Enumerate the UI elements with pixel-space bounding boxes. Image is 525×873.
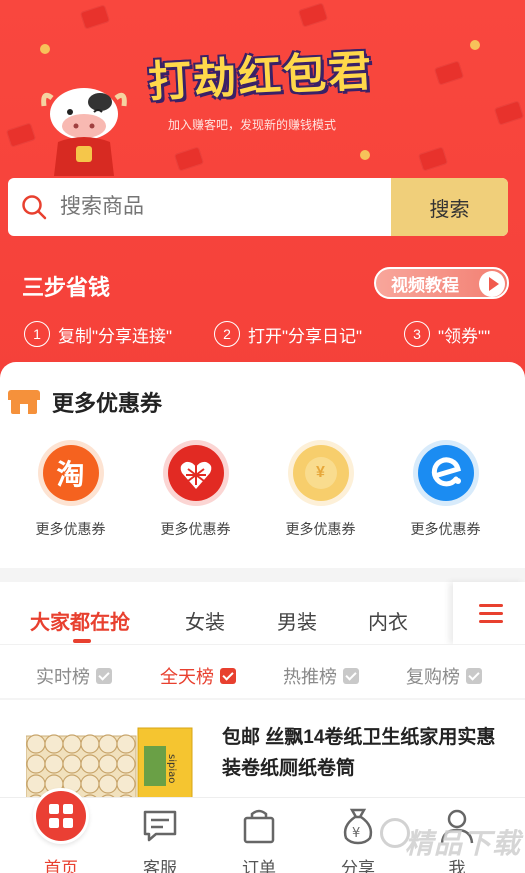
banner-subtitle: 加入赚客吧，发现新的赚钱模式 xyxy=(168,118,337,132)
menu-icon[interactable] xyxy=(453,582,525,644)
coin-decoration xyxy=(470,40,480,50)
coin-decoration xyxy=(360,150,370,160)
coupons-header: 更多优惠券 xyxy=(8,386,162,418)
category-tabs: 大家都在抢 女装 男装 内衣 xyxy=(0,582,525,644)
tab-underwear[interactable]: 内衣 xyxy=(368,606,408,635)
check-icon xyxy=(343,668,359,684)
steps-title: 三步省钱 xyxy=(22,275,111,300)
coin-decoration xyxy=(40,44,50,54)
search-input[interactable] xyxy=(60,195,360,219)
tab-womens[interactable]: 女装 xyxy=(185,606,225,635)
play-icon xyxy=(479,271,505,297)
check-icon xyxy=(466,668,482,684)
check-icon xyxy=(96,668,112,684)
tab-mens[interactable]: 男装 xyxy=(277,606,317,635)
red-envelope-decoration xyxy=(297,2,329,28)
pinduoduo-icon xyxy=(162,440,229,506)
step-text: 打开"分享日记" xyxy=(248,326,363,346)
step-number: 3 xyxy=(404,321,430,347)
tab-everyone-grabbing[interactable]: 大家都在抢 xyxy=(30,606,130,635)
red-envelope-decoration xyxy=(417,146,449,172)
red-envelope-decoration xyxy=(79,4,111,30)
filter-allday[interactable]: 全天榜 xyxy=(160,663,236,689)
tab-active-indicator xyxy=(73,639,91,643)
coupons-title: 更多优惠券 xyxy=(52,391,163,416)
step-text: "领券"" xyxy=(438,326,491,346)
svg-text:¥: ¥ xyxy=(352,826,360,841)
filter-hot[interactable]: 热推榜 xyxy=(283,663,359,689)
coin-icon: ¥ xyxy=(287,440,354,506)
red-envelope-decoration xyxy=(433,60,465,86)
coupon-entry-label: 更多优惠券 xyxy=(35,521,106,537)
banner-title-art: 打劫红包君 xyxy=(147,46,375,108)
check-icon xyxy=(220,668,236,684)
filter-repurchase[interactable]: 复购榜 xyxy=(406,663,482,689)
chat-icon xyxy=(143,810,177,842)
coupon-entry-label: 更多优惠券 xyxy=(160,521,231,537)
nav-label: 分享 xyxy=(341,859,375,873)
product-title: 包邮 丝飘14卷纸卫生纸家用实惠装卷纸厕纸卷筒 xyxy=(222,727,496,779)
taobao-icon: 淘 xyxy=(37,440,104,506)
home-icon xyxy=(33,788,89,844)
ranking-filters: 实时榜 全天榜 热推榜 复购榜 xyxy=(0,644,525,698)
shopping-bag-icon xyxy=(243,809,275,844)
step-item: 2 打开"分享日记" xyxy=(214,321,362,347)
store-icon xyxy=(8,390,40,414)
filter-label: 实时榜 xyxy=(36,667,90,687)
nav-customer-service[interactable]: 客服 xyxy=(110,798,210,873)
eleme-icon xyxy=(412,440,479,506)
coupon-entry-taobao[interactable]: 淘 更多优惠券 xyxy=(8,440,133,539)
money-bag-icon: ¥ xyxy=(343,808,373,845)
nav-home[interactable]: 首页 xyxy=(11,788,111,873)
coupon-entry-pinduoduo[interactable]: 更多优惠券 xyxy=(133,440,258,539)
nav-label: 订单 xyxy=(242,859,276,873)
search-icon xyxy=(22,195,47,220)
filter-label: 热推榜 xyxy=(283,667,337,687)
video-tutorial-button[interactable]: 视频教程 xyxy=(374,267,509,299)
nav-orders[interactable]: 订单 xyxy=(209,798,309,873)
search-field[interactable] xyxy=(8,178,391,236)
coupon-entry-label: 更多优惠券 xyxy=(410,521,481,537)
coupon-entry-eleme[interactable]: 更多优惠券 xyxy=(383,440,508,539)
ox-mascot-icon xyxy=(41,88,127,176)
red-envelope-decoration xyxy=(173,146,205,172)
step-item: 1 复制"分享连接" xyxy=(24,321,172,347)
nav-label: 首页 xyxy=(44,859,78,873)
nav-label: 客服 xyxy=(143,859,177,873)
filter-label: 全天榜 xyxy=(160,667,214,687)
search-button[interactable]: 搜索 xyxy=(391,178,508,236)
step-item: 3 "领券"" xyxy=(404,321,490,347)
coupon-entry-coin[interactable]: ¥ 更多优惠券 xyxy=(258,440,383,539)
red-envelope-decoration xyxy=(5,122,37,148)
filter-label: 复购榜 xyxy=(406,667,460,687)
filter-realtime[interactable]: 实时榜 xyxy=(36,663,112,689)
search-bar: 搜索 xyxy=(8,178,508,236)
watermark-text: 精品下载 xyxy=(404,828,521,859)
video-tutorial-label: 视频教程 xyxy=(391,275,459,295)
red-envelope-decoration xyxy=(493,100,525,126)
coupon-entry-label: 更多优惠券 xyxy=(285,521,356,537)
coupons-section: 更多优惠券 淘 更多优惠券 更多优惠券 ¥ 更多优惠券 更多优惠券 xyxy=(0,362,525,568)
header-banner: 打劫红包君 加入赚客吧，发现新的赚钱模式 搜索 三步省钱 视频教程 1 复制"分… xyxy=(0,0,525,380)
step-number: 2 xyxy=(214,321,240,347)
step-text: 复制"分享连接" xyxy=(58,326,173,346)
product-brand-text: sipiao xyxy=(166,754,177,783)
step-number: 1 xyxy=(24,321,50,347)
